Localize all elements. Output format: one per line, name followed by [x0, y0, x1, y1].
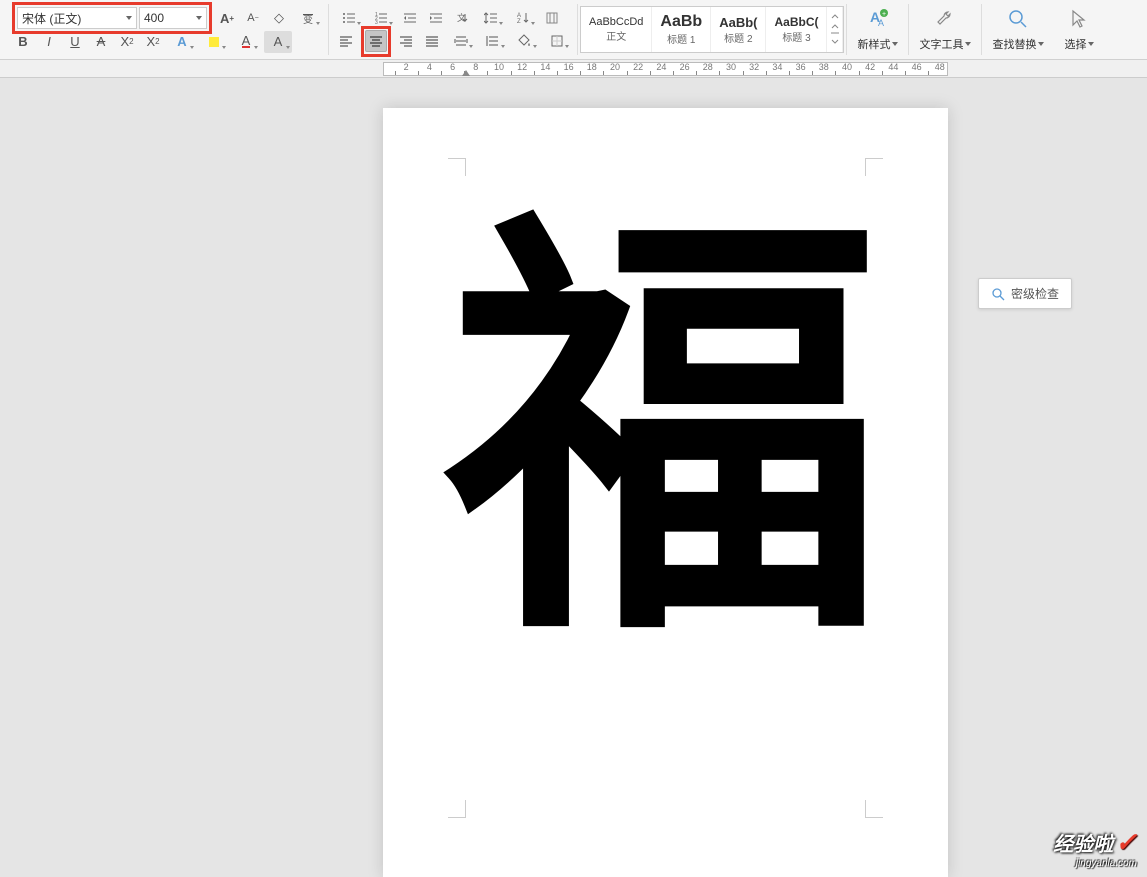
svg-text:A: A — [878, 18, 884, 28]
bullets-button[interactable] — [335, 7, 363, 29]
line-spacing-button[interactable] — [477, 7, 505, 29]
style-item-h3[interactable]: AaBbC( 标题 3 — [766, 7, 827, 52]
sort-button[interactable]: AZ — [509, 7, 537, 29]
style-preview: AaBbC( — [774, 15, 818, 29]
font-name-combo[interactable]: 宋体 (正文) — [17, 7, 137, 29]
increase-font-button[interactable]: A+ — [216, 7, 238, 29]
bold-button[interactable]: B — [12, 31, 34, 53]
text-direction-button[interactable]: 文 — [451, 7, 473, 29]
document-text[interactable]: 福 — [383, 218, 948, 658]
text-tools-button[interactable]: 文字工具 — [909, 4, 981, 55]
wrench-icon — [934, 8, 956, 36]
shading-button[interactable] — [511, 30, 539, 52]
underline-button[interactable]: U — [64, 31, 86, 53]
select-label: 选择 — [1064, 36, 1094, 52]
style-name: 标题 2 — [724, 30, 752, 45]
style-preview: AaBb — [660, 13, 702, 31]
show-marks-button[interactable] — [541, 7, 563, 29]
search-icon — [991, 287, 1005, 301]
styles-more-button[interactable] — [827, 7, 843, 52]
superscript-button[interactable]: X2 — [142, 31, 164, 53]
indent-marker[interactable] — [462, 70, 470, 76]
align-center-highlight — [361, 26, 391, 57]
watermark: 经验啦 ✓ jingyanla.com — [1053, 827, 1137, 869]
borders-button[interactable] — [543, 30, 571, 52]
new-style-button[interactable]: AA+ 新样式 — [847, 4, 908, 55]
find-replace-button[interactable]: 查找替换 — [982, 4, 1054, 55]
decrease-indent-button[interactable] — [399, 7, 421, 29]
style-name: 标题 1 — [667, 31, 695, 46]
font-size-combo[interactable]: 400 — [139, 7, 207, 29]
svg-text:3: 3 — [375, 20, 378, 25]
font-group: 宋体 (正文) 400 A+ A− ◇ 变 B I U A X2 X2 A A … — [6, 4, 329, 55]
style-preview: AaBb( — [719, 15, 757, 30]
strikethrough-button[interactable]: A — [90, 31, 112, 53]
document-page[interactable]: 福 — [383, 108, 948, 877]
horizontal-ruler[interactable]: 2468101214161820222426283032343638404244… — [0, 60, 1147, 78]
margin-corner — [865, 158, 883, 176]
cursor-icon — [1068, 8, 1090, 36]
style-name: 正文 — [606, 28, 626, 43]
decrease-font-button[interactable]: A− — [242, 7, 264, 29]
style-preview: AaBbCcDd — [589, 16, 643, 28]
distribute-button[interactable] — [447, 30, 475, 52]
style-item-h2[interactable]: AaBb( 标题 2 — [711, 7, 766, 52]
style-item-h1[interactable]: AaBb 标题 1 — [652, 7, 711, 52]
font-color-button[interactable]: A — [232, 31, 260, 53]
justify-button[interactable] — [421, 30, 443, 52]
security-check-button[interactable]: 密级检查 — [978, 278, 1072, 309]
svg-text:+: + — [882, 11, 886, 18]
security-check-label: 密级检查 — [1011, 285, 1059, 302]
new-style-icon: AA+ — [867, 8, 889, 36]
document-area: ▸ 福 密级检查 — [0, 78, 1147, 877]
numbering-button[interactable]: 123 — [367, 7, 395, 29]
search-icon — [1007, 8, 1029, 36]
char-shading-button[interactable]: A — [264, 31, 292, 53]
select-button[interactable]: 选择 — [1054, 4, 1104, 55]
styles-gallery[interactable]: AaBbCcDd 正文 AaBb 标题 1 AaBb( 标题 2 AaBbC( … — [580, 6, 844, 53]
subscript-button[interactable]: X2 — [116, 31, 138, 53]
highlight-button[interactable] — [200, 31, 228, 53]
text-tools-label: 文字工具 — [919, 36, 971, 52]
align-left-button[interactable] — [335, 30, 357, 52]
new-style-label: 新样式 — [857, 36, 898, 52]
styles-group: AaBbCcDd 正文 AaBb 标题 1 AaBb( 标题 2 AaBbC( … — [578, 4, 847, 55]
margin-corner — [448, 158, 466, 176]
italic-button[interactable]: I — [38, 31, 60, 53]
watermark-url: jingyanla.com — [1053, 858, 1137, 869]
clear-format-button[interactable]: ◇ — [268, 7, 290, 29]
paragraph-group: 123 文 AZ — [329, 4, 578, 55]
increase-indent-button[interactable] — [425, 7, 447, 29]
style-item-body[interactable]: AaBbCcDd 正文 — [581, 7, 652, 52]
align-right-button[interactable] — [395, 30, 417, 52]
ribbon-toolbar: 宋体 (正文) 400 A+ A− ◇ 变 B I U A X2 X2 A A … — [0, 0, 1147, 60]
margin-corner — [865, 800, 883, 818]
watermark-text: 经验啦 — [1053, 828, 1113, 857]
svg-text:Z: Z — [517, 19, 521, 25]
tab-settings-button[interactable] — [479, 30, 507, 52]
checkmark-icon: ✓ — [1115, 827, 1137, 858]
margin-corner — [448, 800, 466, 818]
phonetic-guide-button[interactable]: 变 — [294, 7, 322, 29]
style-name: 标题 3 — [782, 29, 810, 44]
align-center-button[interactable] — [365, 30, 387, 52]
find-replace-label: 查找替换 — [992, 36, 1044, 52]
text-effects-button[interactable]: A — [168, 31, 196, 53]
